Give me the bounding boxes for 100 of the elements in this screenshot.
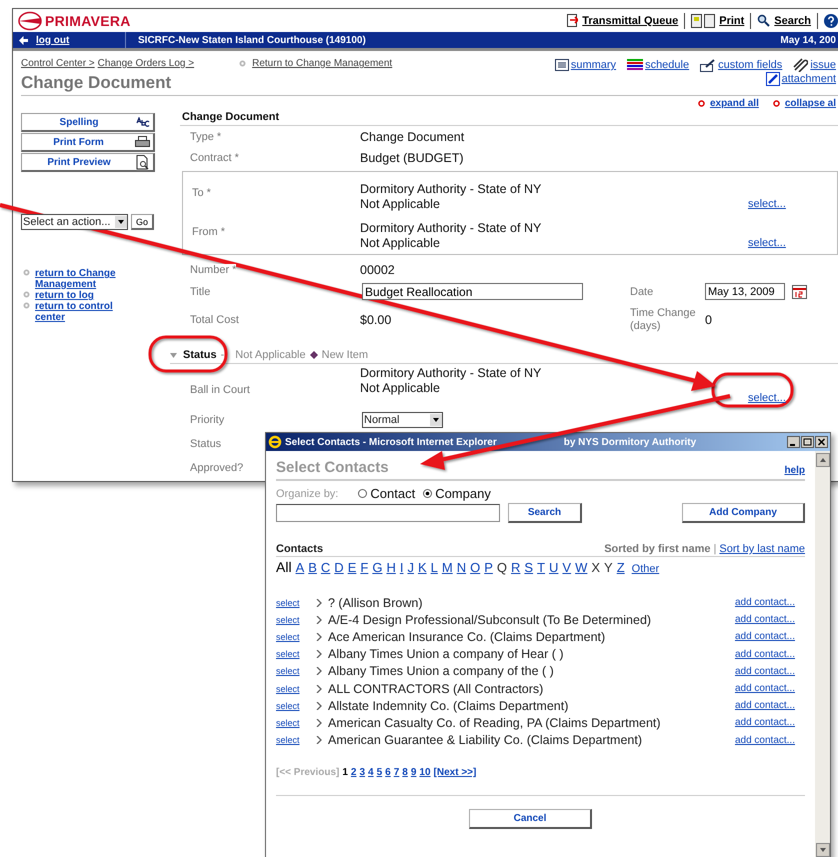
add-contact-link[interactable]: add contact...: [734, 597, 795, 608]
letter-filter-link[interactable]: H: [386, 560, 396, 575]
radio-option[interactable]: Contact: [358, 486, 416, 501]
minimize-icon[interactable]: [787, 436, 800, 448]
add-contact-link[interactable]: add contact...: [734, 631, 795, 642]
maximize-icon[interactable]: [801, 436, 814, 448]
letter-filter-link[interactable]: U: [549, 560, 558, 575]
header-link[interactable]: Search: [774, 14, 811, 26]
letter-filter-link[interactable]: Z: [616, 560, 625, 575]
calendar-icon[interactable]: [792, 284, 807, 298]
cancel-button[interactable]: Cancel: [469, 808, 592, 829]
letter-filter-link[interactable]: J: [407, 560, 414, 575]
add-contact-link[interactable]: add contact...: [734, 683, 795, 694]
gantt-icon[interactable]: [627, 59, 644, 71]
select-link[interactable]: select...: [748, 237, 786, 249]
page-link[interactable]: 4: [368, 766, 374, 778]
header-link[interactable]: Print: [719, 14, 744, 26]
page-link[interactable]: 3: [359, 766, 366, 778]
letter-filter-link[interactable]: S: [524, 560, 534, 575]
letter-filter-link[interactable]: P: [484, 560, 493, 575]
letter-filter-link[interactable]: I: [400, 560, 404, 575]
page-link[interactable]: 10: [419, 766, 431, 778]
radio-icon[interactable]: [358, 489, 368, 498]
collapse-triangle-icon[interactable]: [170, 352, 177, 358]
printer-icon[interactable]: [691, 14, 716, 28]
add-contact-link[interactable]: add contact...: [734, 734, 795, 746]
letter-filter-link[interactable]: A: [296, 560, 304, 575]
page-link[interactable]: 2: [350, 766, 356, 778]
help-icon[interactable]: [824, 14, 838, 28]
add-contact-link[interactable]: add contact...: [734, 648, 795, 660]
close-icon[interactable]: [815, 436, 828, 448]
letter-filter-link[interactable]: W: [575, 560, 588, 575]
letter-filter-link[interactable]: All: [276, 559, 292, 575]
select-link[interactable]: select: [276, 632, 316, 642]
letter-filter-link[interactable]: D: [334, 560, 344, 575]
add-contact-link[interactable]: add contact...: [734, 700, 795, 712]
select-link[interactable]: select: [276, 598, 316, 608]
add-contact-link[interactable]: add contact...: [734, 717, 795, 728]
header-link[interactable]: Transmittal Queue: [582, 14, 678, 26]
document-icon[interactable]: [567, 14, 578, 27]
page-link[interactable]: 6: [385, 766, 391, 778]
expand-icon[interactable]: [698, 100, 705, 107]
letter-filter-link[interactable]: G: [372, 560, 382, 575]
scroll-down-icon[interactable]: [816, 843, 830, 857]
letter-filter-link[interactable]: L: [430, 560, 438, 575]
pencil-icon[interactable]: [766, 72, 780, 86]
next-page-link[interactable]: [Next >>]: [434, 766, 476, 778]
scrollbar[interactable]: [815, 451, 830, 857]
radio-icon[interactable]: [423, 489, 432, 498]
breadcrumb-link[interactable]: Control Center >: [21, 58, 95, 69]
letter-filter-link[interactable]: C: [320, 560, 330, 575]
priority-dropdown[interactable]: Normal: [362, 412, 443, 428]
page-link[interactable]: 7: [394, 766, 400, 778]
title-field[interactable]: Budget Reallocation: [362, 283, 583, 300]
scroll-up-icon[interactable]: [816, 453, 830, 467]
toolbar-link[interactable]: attachment: [782, 73, 836, 85]
select-link[interactable]: select: [276, 666, 316, 676]
return-link[interactable]: Return to Change Management: [252, 58, 392, 69]
radio-option[interactable]: Company: [423, 486, 491, 501]
go-button[interactable]: Go: [131, 214, 154, 230]
expand-icon[interactable]: [772, 100, 780, 107]
paperclip-icon[interactable]: [793, 58, 808, 72]
sidebar-button[interactable]: Print Preview: [21, 153, 155, 172]
search-field[interactable]: [276, 504, 500, 522]
sidebar-button[interactable]: Print Form: [21, 133, 155, 152]
letter-filter-link[interactable]: O: [470, 560, 480, 575]
letter-filter-link[interactable]: F: [360, 560, 368, 575]
add-contact-link[interactable]: add contact...: [734, 614, 795, 626]
form-edit-icon[interactable]: [700, 58, 716, 72]
sidebar-button[interactable]: Spelling: [21, 113, 155, 132]
expand-link[interactable]: expand all: [710, 98, 759, 109]
letter-filter-link[interactable]: N: [456, 560, 466, 575]
select-link[interactable]: select: [276, 718, 316, 728]
page-link[interactable]: 8: [402, 766, 408, 778]
toolbar-link[interactable]: schedule: [645, 59, 690, 71]
breadcrumb-link[interactable]: Change Orders Log >: [98, 58, 194, 69]
list-icon[interactable]: [554, 59, 569, 71]
action-dropdown[interactable]: Select an action...: [21, 214, 128, 230]
letter-filter-link[interactable]: M: [442, 560, 453, 575]
page-link[interactable]: 9: [410, 766, 416, 778]
letter-filter-link[interactable]: E: [348, 560, 356, 575]
page-link[interactable]: 5: [376, 766, 382, 778]
select-link[interactable]: select: [276, 735, 316, 746]
sidebar-link[interactable]: return to control center: [35, 301, 145, 323]
select-link[interactable]: select: [276, 700, 316, 711]
logout-link[interactable]: log out: [36, 34, 70, 46]
letter-filter-link[interactable]: Other: [632, 563, 660, 575]
letter-filter-link[interactable]: V: [562, 560, 572, 575]
select-link[interactable]: select...: [748, 198, 786, 210]
help-link[interactable]: help: [784, 465, 805, 476]
select-link[interactable]: select: [276, 684, 316, 694]
select-link[interactable]: select: [276, 614, 316, 625]
sort-link[interactable]: Sort by last name: [719, 543, 805, 555]
select-link[interactable]: select...: [748, 392, 786, 404]
letter-filter-link[interactable]: R: [511, 560, 520, 575]
toolbar-link[interactable]: summary: [570, 59, 616, 71]
letter-filter-link[interactable]: K: [418, 560, 427, 575]
search-button[interactable]: Search: [508, 503, 582, 523]
toolbar-link[interactable]: issue: [810, 59, 836, 71]
page-link[interactable]: 1: [342, 766, 348, 778]
